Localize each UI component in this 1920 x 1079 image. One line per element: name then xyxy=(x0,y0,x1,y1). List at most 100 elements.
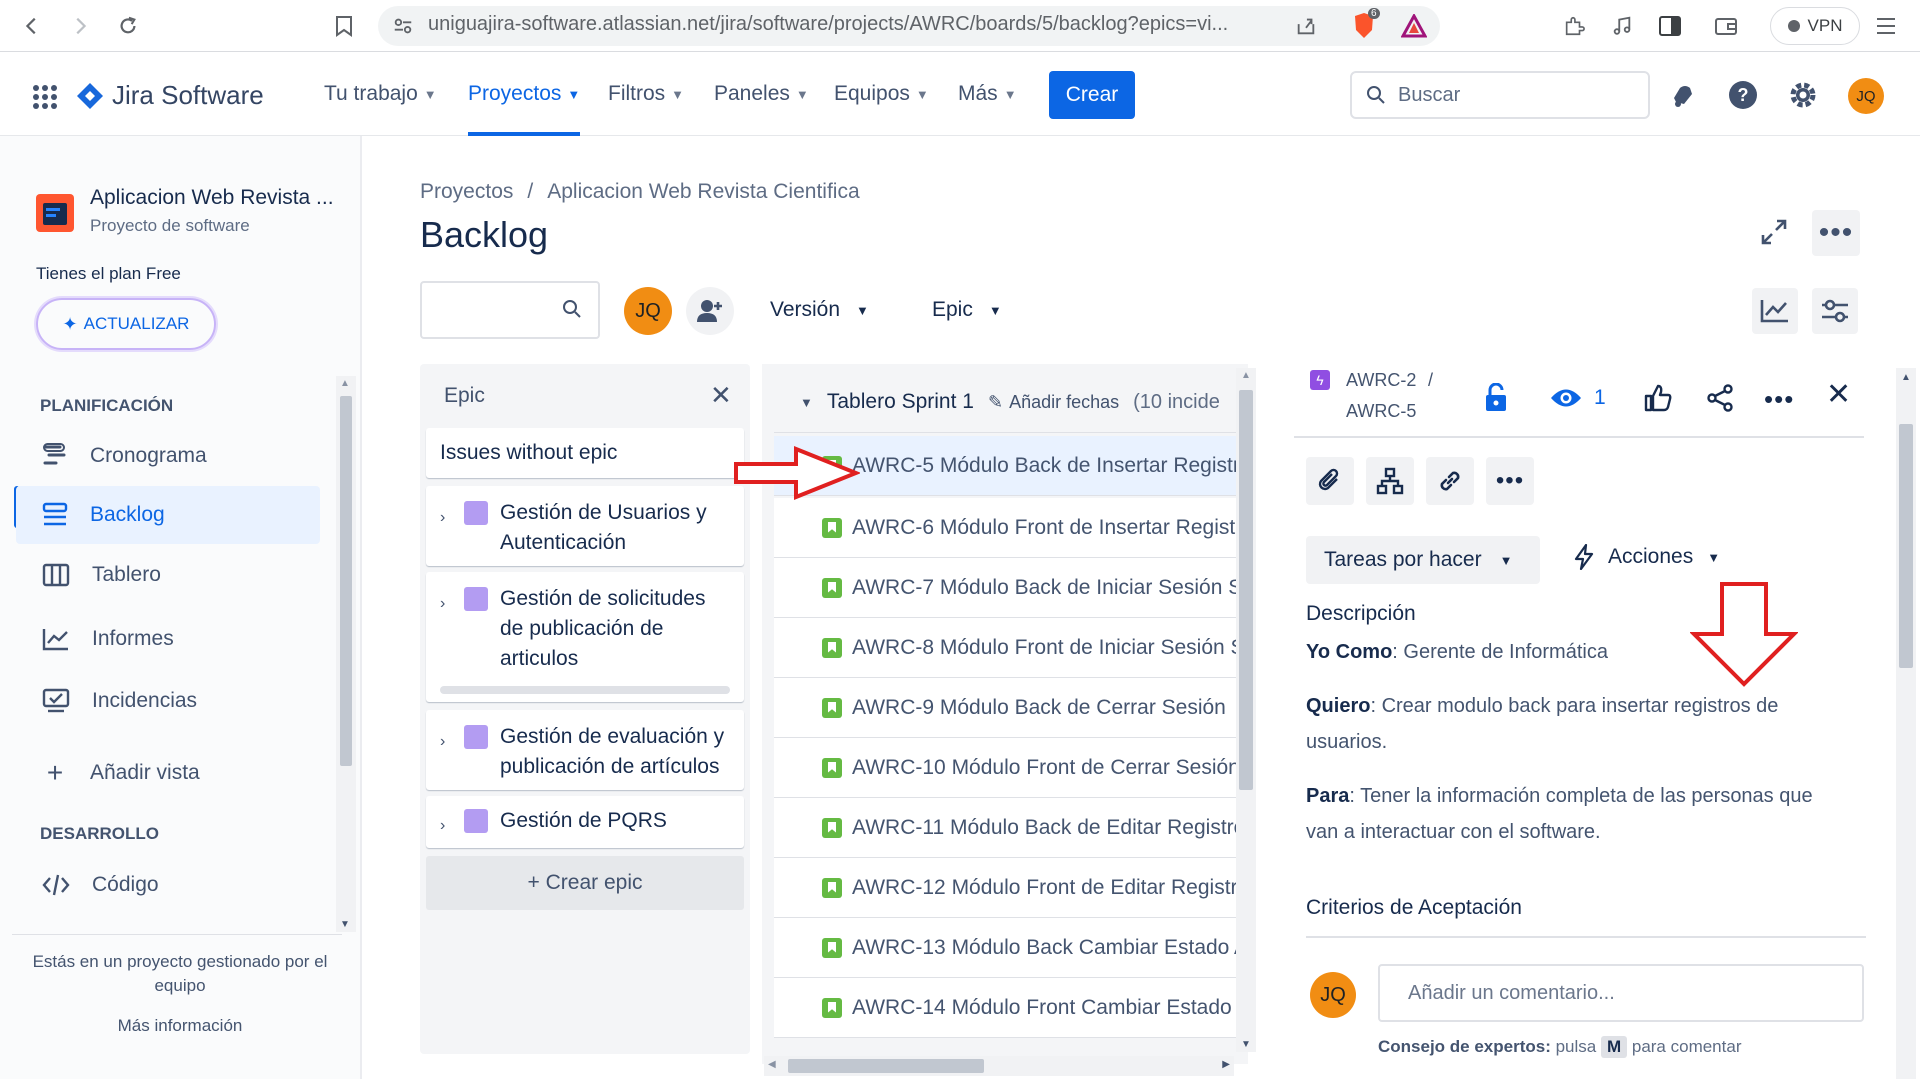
close-epic-panel-icon[interactable]: ✕ xyxy=(710,382,732,408)
brave-shields-icon[interactable]: 6 xyxy=(1348,8,1380,42)
scroll-left-icon[interactable]: ◀ xyxy=(768,1059,776,1070)
comment-input[interactable]: Añadir un comentario... xyxy=(1378,964,1864,1022)
issue-row[interactable]: AWRC-12 Módulo Front de Editar Registro xyxy=(774,858,1236,918)
scroll-up-icon[interactable]: ▲ xyxy=(1901,372,1911,383)
epic-item-no-epic[interactable]: Issues without epic xyxy=(426,428,744,478)
more-info-link[interactable]: Más información xyxy=(18,1016,342,1036)
scroll-up-icon[interactable]: ▲ xyxy=(340,378,350,389)
scrollbar-thumb[interactable] xyxy=(788,1059,984,1073)
upgrade-button[interactable]: ✦ ACTUALIZAR xyxy=(36,298,216,350)
epic-item[interactable]: › Gestión de solicitudes de publicación d… xyxy=(426,572,744,702)
like-icon[interactable] xyxy=(1644,384,1672,412)
more-toolbar-button[interactable]: ••• xyxy=(1486,457,1534,505)
nav-paneles[interactable]: Paneles ▼ xyxy=(714,82,809,106)
chevron-right-icon[interactable]: › xyxy=(440,589,452,619)
issue-row[interactable]: AWRC-14 Módulo Front Cambiar Estado A xyxy=(774,978,1236,1038)
sidebar-scrollbar[interactable]: ▲ ▼ xyxy=(336,376,356,932)
nav-equipos[interactable]: Equipos ▼ xyxy=(834,82,929,106)
close-detail-icon[interactable]: ✕ xyxy=(1826,380,1851,410)
chevron-right-icon[interactable]: › xyxy=(440,503,452,533)
share-icon[interactable] xyxy=(1290,10,1322,42)
settings-gear-icon[interactable] xyxy=(1788,80,1818,110)
add-people-button[interactable] xyxy=(686,287,734,335)
insights-button[interactable] xyxy=(1752,288,1798,334)
epic-item[interactable]: › Gestión de PQRS xyxy=(426,796,744,848)
child-issues-button[interactable] xyxy=(1366,457,1414,505)
reload-icon[interactable] xyxy=(112,10,144,42)
chevron-right-icon[interactable]: › xyxy=(440,727,452,757)
sidebar-item-backlog[interactable]: Backlog xyxy=(16,486,320,544)
issue-row[interactable]: AWRC-7 Módulo Back de Iniciar Sesión Se xyxy=(774,558,1236,618)
issue-row[interactable]: AWRC-13 Módulo Back Cambiar Estado A xyxy=(774,918,1236,978)
share-icon[interactable] xyxy=(1706,384,1734,412)
add-view-button[interactable]: + Añadir vista xyxy=(16,744,320,802)
epic-item[interactable]: › Gestión de Usuarios y Autenticación xyxy=(426,486,744,566)
sidebar-item-informes[interactable]: Informes xyxy=(16,610,320,668)
help-icon[interactable]: ? xyxy=(1728,80,1758,110)
backlog-search-input[interactable] xyxy=(420,281,600,339)
sidebar-item-cronograma[interactable]: Cronograma xyxy=(16,427,320,485)
issue-row[interactable]: AWRC-10 Módulo Front de Cerrar Sesión xyxy=(774,738,1236,798)
bookmark-icon[interactable] xyxy=(328,10,360,42)
create-button[interactable]: Crear xyxy=(1049,71,1135,119)
version-filter[interactable]: Versión ▼ xyxy=(770,298,869,322)
more-options-button[interactable]: ••• xyxy=(1812,210,1860,256)
issue-key[interactable]: AWRC-5 xyxy=(1346,401,1416,422)
chevron-right-icon[interactable]: › xyxy=(440,811,452,841)
jira-logo[interactable]: Jira Software xyxy=(76,80,264,111)
scroll-right-icon[interactable]: ▶ xyxy=(1222,1059,1230,1070)
media-icon[interactable] xyxy=(1606,10,1638,42)
user-avatar[interactable]: JQ xyxy=(1848,78,1884,114)
sidebar-item-tablero[interactable]: Tablero xyxy=(16,546,320,604)
sprint-horizontal-scrollbar[interactable]: ◀ ▶ xyxy=(764,1056,1234,1076)
status-dropdown[interactable]: Tareas por hacer ▼ xyxy=(1306,536,1540,584)
issue-row[interactable]: AWRC-9 Módulo Back de Cerrar Sesión xyxy=(774,678,1236,738)
attach-button[interactable] xyxy=(1306,457,1354,505)
parent-issue-key[interactable]: AWRC-2 xyxy=(1346,370,1416,391)
unlocked-icon[interactable] xyxy=(1484,383,1508,413)
chevron-down-icon[interactable]: ▼ xyxy=(800,395,813,410)
watchers-button[interactable]: 1 xyxy=(1550,386,1606,410)
issue-row[interactable]: AWRC-11 Módulo Back de Editar Registro xyxy=(774,798,1236,858)
issue-row[interactable]: AWRC-6 Módulo Front de Insertar Registro xyxy=(774,498,1236,558)
issue-row[interactable]: AWRC-8 Módulo Front de Iniciar Sesión S xyxy=(774,618,1236,678)
breadcrumb-projects[interactable]: Proyectos xyxy=(420,180,513,204)
wallet-icon[interactable] xyxy=(1710,10,1742,42)
detail-scrollbar[interactable]: ▲ xyxy=(1896,368,1916,1079)
scrollbar-thumb[interactable] xyxy=(1899,424,1913,668)
scrollbar-thumb[interactable] xyxy=(1239,390,1253,790)
forward-icon[interactable] xyxy=(64,10,96,42)
brave-rewards-icon[interactable] xyxy=(1398,10,1430,42)
description-para[interactable]: Para: Tener la información completa de l… xyxy=(1306,778,1846,850)
project-name[interactable]: Aplicacion Web Revista ... xyxy=(90,186,334,210)
create-epic-button[interactable]: + Crear epic xyxy=(426,856,744,910)
nav-proyectos[interactable]: Proyectos ▼ xyxy=(468,82,580,106)
view-settings-button[interactable] xyxy=(1812,288,1858,334)
scroll-down-icon[interactable]: ▼ xyxy=(1241,1039,1251,1050)
search-input[interactable]: Buscar xyxy=(1350,71,1650,119)
sidebar-toggle-icon[interactable] xyxy=(1654,10,1686,42)
vpn-button[interactable]: VPN xyxy=(1770,7,1860,45)
back-icon[interactable] xyxy=(16,10,48,42)
extensions-icon[interactable] xyxy=(1558,10,1590,42)
add-dates-button[interactable]: ✎ Añadir fechas xyxy=(988,392,1119,413)
breadcrumb-project[interactable]: Aplicacion Web Revista Cientifica xyxy=(547,180,859,204)
scroll-up-icon[interactable]: ▲ xyxy=(1241,370,1251,381)
menu-icon[interactable] xyxy=(1870,10,1902,42)
description-quiero[interactable]: Quiero: Crear modulo back para insertar … xyxy=(1306,688,1846,760)
assignee-avatar-filter[interactable]: JQ xyxy=(624,287,672,335)
scrollbar-thumb[interactable] xyxy=(340,396,352,766)
nav-tu-trabajo[interactable]: Tu trabajo ▼ xyxy=(324,82,437,106)
link-issue-button[interactable] xyxy=(1426,457,1474,505)
app-switcher-icon[interactable] xyxy=(32,84,58,110)
notifications-icon[interactable] xyxy=(1670,82,1696,108)
sidebar-item-incidencias[interactable]: Incidencias xyxy=(16,672,320,730)
scroll-down-icon[interactable]: ▼ xyxy=(340,919,350,930)
nav-filtros[interactable]: Filtros ▼ xyxy=(608,82,684,106)
actions-dropdown[interactable]: Acciones ▼ xyxy=(1574,544,1720,570)
epic-filter[interactable]: Epic ▼ xyxy=(932,298,1002,322)
site-settings-icon[interactable] xyxy=(392,15,414,37)
fullscreen-icon[interactable] xyxy=(1760,218,1788,246)
epic-item[interactable]: › Gestión de evaluación y publicación de … xyxy=(426,710,744,790)
more-actions-icon[interactable]: ••• xyxy=(1764,384,1794,415)
